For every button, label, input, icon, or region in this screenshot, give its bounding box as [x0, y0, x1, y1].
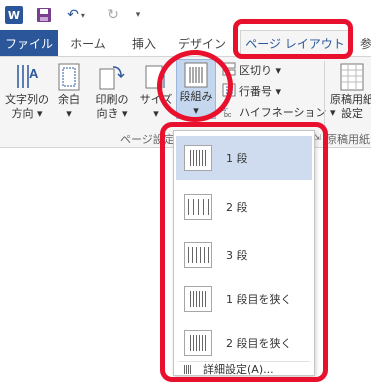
svg-text:bc: bc	[224, 112, 232, 118]
genko-settings-button[interactable]: 原稿用紙 設定	[330, 61, 371, 121]
tab-file[interactable]: ファイル	[0, 30, 58, 56]
word-app-icon[interactable]: W	[5, 6, 23, 24]
tab-insert[interactable]: 挿入	[124, 30, 164, 56]
margins-button[interactable]: 余白 ▾	[54, 61, 84, 121]
save-icon[interactable]	[36, 6, 52, 24]
tab-home[interactable]: ホーム	[64, 30, 112, 56]
orientation-button[interactable]: 印刷の 向き ▾	[92, 61, 132, 121]
genko-label-2: 設定	[341, 107, 363, 120]
text-direction-label-2: 方向 ▾	[11, 107, 43, 120]
breaks-label: 区切り ▾	[239, 64, 282, 77]
text-direction-button[interactable]: A 文字列の 方向 ▾	[2, 61, 52, 121]
highlight-columns-button	[157, 50, 233, 122]
orientation-icon	[99, 61, 125, 93]
margins-icon	[56, 61, 82, 93]
genko-label: 原稿用紙	[330, 93, 371, 106]
quick-access-more-icon[interactable]: ▾	[132, 6, 144, 24]
tab-references[interactable]: 参	[356, 30, 371, 56]
highlight-page-layout-tab	[233, 19, 353, 59]
text-direction-label: 文字列の	[5, 93, 49, 106]
text-direction-icon: A	[14, 61, 40, 93]
redo-icon[interactable]: ↻	[104, 6, 122, 24]
hyphenation-button[interactable]: a-bc ハイフネーション ▾	[222, 103, 336, 121]
svg-text:A: A	[29, 66, 39, 81]
orientation-label: 印刷の	[95, 93, 129, 106]
genko-group-label: 原稿用紙	[326, 133, 370, 146]
highlight-columns-menu	[160, 122, 328, 382]
margins-label-2: ▾	[66, 107, 72, 120]
margins-label: 余白	[58, 93, 80, 106]
orientation-label-2: 向き ▾	[96, 107, 128, 120]
word-window: W ↶ ▾ ↻ ▾ ファイル ホーム 挿入 デザイン ページ レイアウト 参 A…	[0, 0, 371, 386]
genko-icon	[339, 61, 365, 93]
size-label-2: ▾	[153, 107, 159, 120]
line-numbers-label: 行番号 ▾	[239, 85, 282, 98]
undo-icon[interactable]: ↶ ▾	[62, 6, 90, 24]
hyphenation-label: ハイフネーション ▾	[239, 106, 336, 119]
